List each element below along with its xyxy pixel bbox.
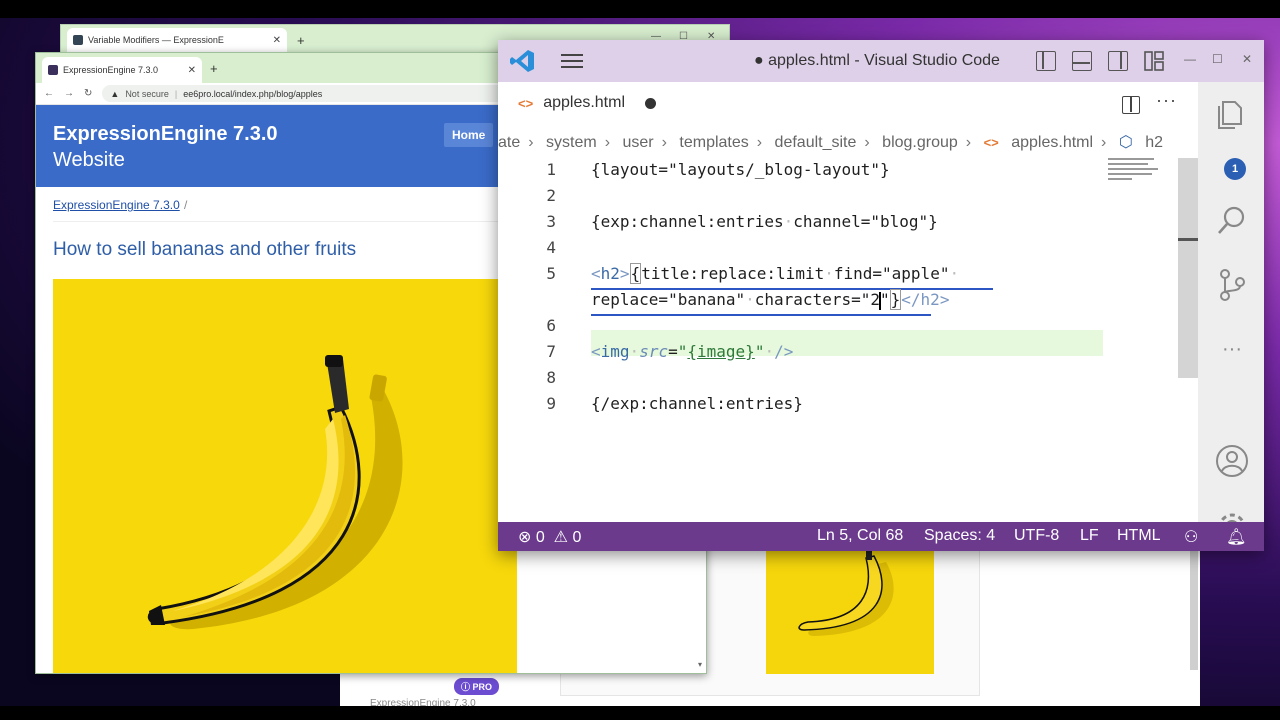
indentation-status[interactable]: Spaces: 4 [924,527,995,545]
breadcrumb-link[interactable]: ExpressionEngine 7.3.0 [53,198,180,212]
toggle-panel-icon[interactable] [1072,51,1092,71]
split-editor-icon[interactable] [1122,96,1140,114]
favicon-icon [48,65,58,75]
more-views-icon[interactable]: ··· [1215,338,1249,372]
close-tab-icon[interactable]: ✕ [188,65,196,76]
status-bar: ⊗ 0 ⚠ 0 Ln 5, Col 68 Spaces: 4 UTF-8 LF … [498,522,1264,551]
account-icon[interactable] [1215,444,1249,478]
back-arrow-icon[interactable]: ← [44,88,54,99]
scm-count-badge: 1 [1224,158,1246,180]
browser-tab[interactable]: ExpressionEngine 7.3.0 ✕ [42,57,202,83]
screen-border-bottom [0,706,1280,720]
url-separator: | [174,88,178,99]
search-icon[interactable] [1215,204,1249,238]
code-line[interactable]: 3 {exp:channel:entries·channel="blog"} [498,212,1178,238]
code-line[interactable]: 6 [498,316,1178,342]
html-file-icon: <> [518,95,534,111]
error-icon: ⊗ [518,529,532,546]
window-title: ● apples.html - Visual Studio Code [754,52,1000,69]
minimize-icon[interactable]: — [1184,52,1196,66]
editor-scrollbar[interactable] [1178,158,1198,378]
home-nav-button[interactable]: Home [444,123,494,147]
close-icon[interactable]: ✕ [1242,52,1252,66]
encoding-status[interactable]: UTF-8 [1014,527,1059,545]
code-line[interactable]: 7 <img·src="{image}"·/> [498,342,1178,368]
crumb-item[interactable]: templates [679,134,748,151]
customize-layout-icon[interactable] [1144,51,1164,71]
crumb-item[interactable]: system [546,134,597,151]
code-line[interactable]: 2 [498,186,1178,212]
divider [53,221,513,222]
notifications-bell-icon[interactable]: 🔔︎ [1226,527,1246,547]
breadcrumb: ate › system › user › templates › default_si… [498,134,1164,151]
site-title[interactable]: ExpressionEngine 7.3.0 [53,123,278,146]
code-line[interactable]: 1 {layout="layouts/_blog-layout"} [498,160,1178,186]
explorer-icon[interactable] [1215,96,1249,130]
banana-thumbnail [766,550,934,674]
language-mode[interactable]: HTML [1117,527,1161,545]
code-line[interactable]: 4 [498,238,1178,264]
minimap[interactable] [1108,158,1164,188]
crumb-item[interactable]: apples.html [1011,134,1093,151]
feedback-icon[interactable]: ⚇ [1184,527,1198,547]
warning-icon: ▲ [110,88,120,99]
security-label: Not secure [125,88,169,99]
editor-tab-apples[interactable]: <> apples.html [518,94,657,112]
forward-arrow-icon[interactable]: → [64,88,74,99]
site-subtitle: Website [53,149,125,171]
crumb-item[interactable]: blog.group [882,134,958,151]
crumb-item[interactable]: ate [498,134,520,151]
element-cube-icon: ⬡ [1118,134,1133,151]
back-browser-tab[interactable]: Variable Modifiers — ExpressionE ✕ [67,28,287,52]
close-tab-icon[interactable]: ✕ [273,35,281,46]
editor-tab-label: apples.html [543,94,626,111]
back-tab-title: Variable Modifiers — ExpressionE [88,35,224,45]
editor-tab-row: <> apples.html ··· [498,82,1198,126]
back-page-scrollbar[interactable] [1190,550,1198,670]
banana-image [53,279,517,673]
more-actions-icon[interactable]: ··· [1156,90,1177,111]
vscode-logo-icon [510,50,534,72]
crumb-item[interactable]: user [622,134,653,151]
vscode-window: ● apples.html - Visual Studio Code — ☐ ✕… [498,40,1264,551]
scrollbar-cursor-marker [1178,238,1198,241]
eol-status[interactable]: LF [1080,527,1099,545]
browser-scrollbar[interactable]: ▾ [698,557,704,669]
problems-status[interactable]: ⊗ 0 ⚠ 0 [518,527,581,547]
toggle-secondary-sidebar-icon[interactable] [1108,51,1128,71]
url-text: ee6pro.local/index.php/blog/apples [183,88,323,99]
code-editor[interactable]: 1 {layout="layouts/_blog-layout"} 2 3 {e… [498,160,1178,520]
layout-controls [1036,51,1164,71]
breadcrumb-separator: / [184,198,188,212]
activity-bar: 1 ··· [1198,82,1264,541]
maximize-icon[interactable]: ☐ [1212,52,1223,66]
toggle-sidebar-icon[interactable] [1036,51,1056,71]
cursor-position[interactable]: Ln 5, Col 68 [817,527,903,545]
unsaved-dot-icon[interactable] [645,97,657,109]
browser-tab-title: ExpressionEngine 7.3.0 [63,65,159,75]
pro-badge: ⓘ PRO [454,678,500,695]
new-tab-button[interactable]: + [297,33,305,48]
code-line[interactable]: 5 <h2>{title:replace:limit·find="apple"· [498,263,1178,290]
code-line[interactable]: 9 {/exp:channel:entries} [498,394,1178,420]
code-line[interactable]: replace="banana"·characters="2"}</h2> [498,289,1178,316]
code-line[interactable]: 8 [498,368,1178,394]
menu-icon[interactable] [561,54,583,68]
crumb-item[interactable]: h2 [1145,134,1163,151]
screen-border-top [0,0,1280,18]
post-title: How to sell bananas and other fruits [53,239,357,260]
reload-icon[interactable]: ↻ [84,88,92,99]
html-file-icon: <> [983,135,999,150]
crumb-item[interactable]: default_site [775,134,857,151]
warning-icon: ⚠ [553,529,568,546]
source-control-icon[interactable] [1215,268,1249,302]
favicon-icon [73,35,83,45]
vscode-title-bar: ● apples.html - Visual Studio Code — ☐ ✕ [498,40,1264,82]
new-tab-button[interactable]: + [210,61,218,76]
